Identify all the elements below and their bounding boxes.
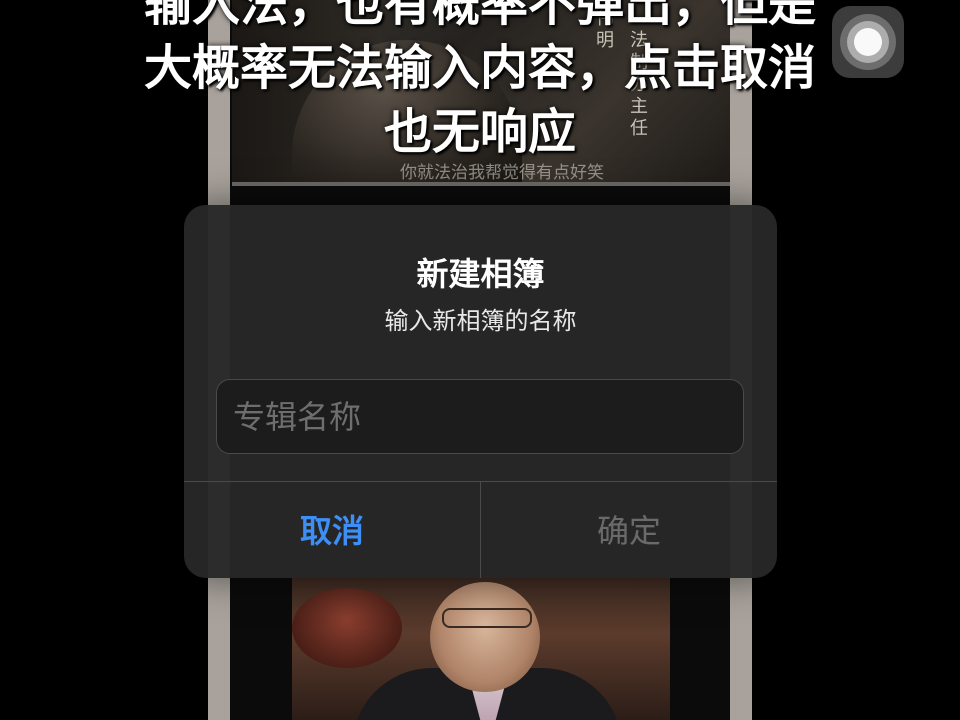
divider	[232, 182, 730, 186]
vertical-caption-title: 法制办主任	[630, 30, 648, 139]
vertical-caption-name: 伟明	[596, 8, 614, 51]
assistive-ring-inner	[854, 28, 882, 56]
album-name-input[interactable]	[216, 379, 744, 454]
confirm-button[interactable]: 确定	[481, 482, 777, 578]
alert-message: 输入新相簿的名称	[384, 307, 577, 335]
assistive-touch-icon[interactable]	[832, 6, 904, 78]
chair-back	[292, 588, 402, 668]
video-still-top: 伟明 法制办主任 你就法治我帮觉得有点好笑	[232, 0, 730, 186]
new-album-alert: 新建相簿 输入新相簿的名称 取消 确定	[184, 205, 777, 578]
cancel-button[interactable]: 取消	[184, 482, 480, 578]
person-head	[430, 582, 540, 692]
screen: 伟明 法制办主任 你就法治我帮觉得有点好笑 新建相簿 输入新相簿的名称 取消 确…	[0, 0, 960, 720]
glasses	[442, 608, 532, 628]
alert-title: 新建相簿	[416, 255, 545, 293]
video-subtitle: 你就法治我帮觉得有点好笑	[400, 163, 604, 183]
video-still-bottom	[292, 578, 670, 720]
